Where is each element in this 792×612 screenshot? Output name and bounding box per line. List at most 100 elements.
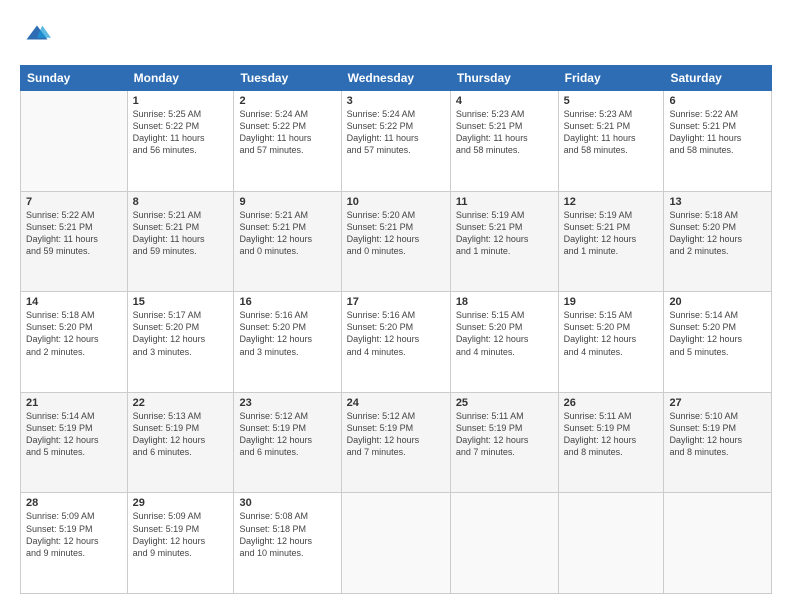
weekday-header-saturday: Saturday [664, 66, 772, 91]
week-row-3: 14Sunrise: 5:18 AM Sunset: 5:20 PM Dayli… [21, 292, 772, 393]
day-info: Sunrise: 5:14 AM Sunset: 5:19 PM Dayligh… [26, 410, 122, 459]
day-info: Sunrise: 5:23 AM Sunset: 5:21 PM Dayligh… [456, 108, 553, 157]
calendar-cell [664, 493, 772, 594]
weekday-header-thursday: Thursday [450, 66, 558, 91]
day-number: 9 [239, 196, 335, 208]
weekday-header-friday: Friday [558, 66, 664, 91]
calendar-cell: 10Sunrise: 5:20 AM Sunset: 5:21 PM Dayli… [341, 191, 450, 292]
calendar-cell [341, 493, 450, 594]
day-info: Sunrise: 5:11 AM Sunset: 5:19 PM Dayligh… [564, 410, 659, 459]
day-number: 4 [456, 95, 553, 107]
day-info: Sunrise: 5:19 AM Sunset: 5:21 PM Dayligh… [456, 209, 553, 258]
logo-icon [23, 22, 51, 50]
week-row-2: 7Sunrise: 5:22 AM Sunset: 5:21 PM Daylig… [21, 191, 772, 292]
day-number: 13 [669, 196, 766, 208]
day-number: 8 [133, 196, 229, 208]
day-number: 10 [347, 196, 445, 208]
week-row-4: 21Sunrise: 5:14 AM Sunset: 5:19 PM Dayli… [21, 392, 772, 493]
day-info: Sunrise: 5:24 AM Sunset: 5:22 PM Dayligh… [239, 108, 335, 157]
day-number: 1 [133, 95, 229, 107]
day-info: Sunrise: 5:18 AM Sunset: 5:20 PM Dayligh… [26, 309, 122, 358]
week-row-5: 28Sunrise: 5:09 AM Sunset: 5:19 PM Dayli… [21, 493, 772, 594]
day-number: 29 [133, 497, 229, 509]
day-info: Sunrise: 5:16 AM Sunset: 5:20 PM Dayligh… [239, 309, 335, 358]
day-number: 28 [26, 497, 122, 509]
day-info: Sunrise: 5:18 AM Sunset: 5:20 PM Dayligh… [669, 209, 766, 258]
calendar-cell: 12Sunrise: 5:19 AM Sunset: 5:21 PM Dayli… [558, 191, 664, 292]
page: SundayMondayTuesdayWednesdayThursdayFrid… [0, 0, 792, 612]
calendar-cell [21, 91, 128, 192]
day-info: Sunrise: 5:10 AM Sunset: 5:19 PM Dayligh… [669, 410, 766, 459]
calendar-cell: 25Sunrise: 5:11 AM Sunset: 5:19 PM Dayli… [450, 392, 558, 493]
day-number: 23 [239, 397, 335, 409]
day-info: Sunrise: 5:22 AM Sunset: 5:21 PM Dayligh… [669, 108, 766, 157]
day-number: 3 [347, 95, 445, 107]
header [20, 18, 772, 55]
calendar-cell: 3Sunrise: 5:24 AM Sunset: 5:22 PM Daylig… [341, 91, 450, 192]
calendar-cell: 16Sunrise: 5:16 AM Sunset: 5:20 PM Dayli… [234, 292, 341, 393]
day-number: 12 [564, 196, 659, 208]
day-number: 18 [456, 296, 553, 308]
weekday-header-tuesday: Tuesday [234, 66, 341, 91]
day-number: 17 [347, 296, 445, 308]
calendar-cell: 17Sunrise: 5:16 AM Sunset: 5:20 PM Dayli… [341, 292, 450, 393]
day-number: 20 [669, 296, 766, 308]
day-info: Sunrise: 5:08 AM Sunset: 5:18 PM Dayligh… [239, 510, 335, 559]
day-number: 26 [564, 397, 659, 409]
calendar-cell: 20Sunrise: 5:14 AM Sunset: 5:20 PM Dayli… [664, 292, 772, 393]
day-number: 6 [669, 95, 766, 107]
calendar-cell: 15Sunrise: 5:17 AM Sunset: 5:20 PM Dayli… [127, 292, 234, 393]
day-info: Sunrise: 5:25 AM Sunset: 5:22 PM Dayligh… [133, 108, 229, 157]
logo [20, 22, 55, 55]
day-info: Sunrise: 5:12 AM Sunset: 5:19 PM Dayligh… [239, 410, 335, 459]
day-info: Sunrise: 5:17 AM Sunset: 5:20 PM Dayligh… [133, 309, 229, 358]
calendar-cell [558, 493, 664, 594]
day-number: 30 [239, 497, 335, 509]
day-info: Sunrise: 5:11 AM Sunset: 5:19 PM Dayligh… [456, 410, 553, 459]
day-info: Sunrise: 5:15 AM Sunset: 5:20 PM Dayligh… [564, 309, 659, 358]
day-info: Sunrise: 5:24 AM Sunset: 5:22 PM Dayligh… [347, 108, 445, 157]
day-info: Sunrise: 5:23 AM Sunset: 5:21 PM Dayligh… [564, 108, 659, 157]
calendar-cell: 27Sunrise: 5:10 AM Sunset: 5:19 PM Dayli… [664, 392, 772, 493]
calendar-cell: 13Sunrise: 5:18 AM Sunset: 5:20 PM Dayli… [664, 191, 772, 292]
day-info: Sunrise: 5:13 AM Sunset: 5:19 PM Dayligh… [133, 410, 229, 459]
calendar-cell [450, 493, 558, 594]
calendar-cell: 22Sunrise: 5:13 AM Sunset: 5:19 PM Dayli… [127, 392, 234, 493]
calendar-cell: 4Sunrise: 5:23 AM Sunset: 5:21 PM Daylig… [450, 91, 558, 192]
calendar-cell: 6Sunrise: 5:22 AM Sunset: 5:21 PM Daylig… [664, 91, 772, 192]
calendar-cell: 23Sunrise: 5:12 AM Sunset: 5:19 PM Dayli… [234, 392, 341, 493]
day-number: 14 [26, 296, 122, 308]
day-number: 21 [26, 397, 122, 409]
calendar-cell: 29Sunrise: 5:09 AM Sunset: 5:19 PM Dayli… [127, 493, 234, 594]
weekday-header-row: SundayMondayTuesdayWednesdayThursdayFrid… [21, 66, 772, 91]
day-info: Sunrise: 5:09 AM Sunset: 5:19 PM Dayligh… [26, 510, 122, 559]
weekday-header-monday: Monday [127, 66, 234, 91]
weekday-header-wednesday: Wednesday [341, 66, 450, 91]
calendar-cell: 24Sunrise: 5:12 AM Sunset: 5:19 PM Dayli… [341, 392, 450, 493]
day-number: 16 [239, 296, 335, 308]
day-number: 7 [26, 196, 122, 208]
day-number: 11 [456, 196, 553, 208]
calendar-cell: 9Sunrise: 5:21 AM Sunset: 5:21 PM Daylig… [234, 191, 341, 292]
calendar-cell: 1Sunrise: 5:25 AM Sunset: 5:22 PM Daylig… [127, 91, 234, 192]
calendar-table: SundayMondayTuesdayWednesdayThursdayFrid… [20, 65, 772, 594]
day-number: 24 [347, 397, 445, 409]
day-info: Sunrise: 5:16 AM Sunset: 5:20 PM Dayligh… [347, 309, 445, 358]
calendar-cell: 18Sunrise: 5:15 AM Sunset: 5:20 PM Dayli… [450, 292, 558, 393]
calendar-cell: 30Sunrise: 5:08 AM Sunset: 5:18 PM Dayli… [234, 493, 341, 594]
day-info: Sunrise: 5:20 AM Sunset: 5:21 PM Dayligh… [347, 209, 445, 258]
day-info: Sunrise: 5:14 AM Sunset: 5:20 PM Dayligh… [669, 309, 766, 358]
day-info: Sunrise: 5:19 AM Sunset: 5:21 PM Dayligh… [564, 209, 659, 258]
day-number: 25 [456, 397, 553, 409]
day-info: Sunrise: 5:22 AM Sunset: 5:21 PM Dayligh… [26, 209, 122, 258]
day-number: 19 [564, 296, 659, 308]
calendar-cell: 21Sunrise: 5:14 AM Sunset: 5:19 PM Dayli… [21, 392, 128, 493]
weekday-header-sunday: Sunday [21, 66, 128, 91]
day-number: 15 [133, 296, 229, 308]
calendar-cell: 2Sunrise: 5:24 AM Sunset: 5:22 PM Daylig… [234, 91, 341, 192]
day-info: Sunrise: 5:21 AM Sunset: 5:21 PM Dayligh… [133, 209, 229, 258]
day-info: Sunrise: 5:09 AM Sunset: 5:19 PM Dayligh… [133, 510, 229, 559]
day-number: 5 [564, 95, 659, 107]
calendar-cell: 5Sunrise: 5:23 AM Sunset: 5:21 PM Daylig… [558, 91, 664, 192]
day-number: 2 [239, 95, 335, 107]
